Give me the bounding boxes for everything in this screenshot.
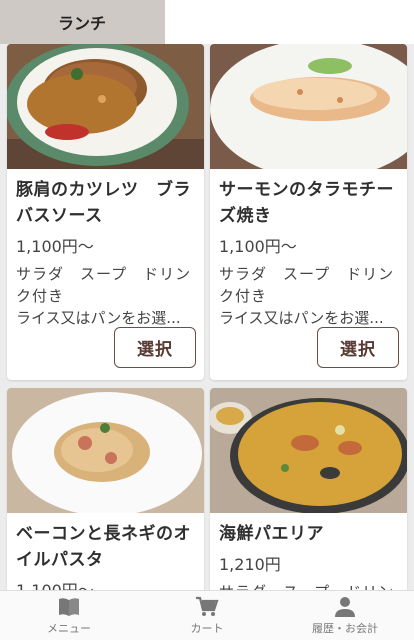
food-photo <box>7 388 204 513</box>
nav-menu[interactable]: メニュー <box>0 591 138 640</box>
nav-history-label: 履歴・お会計 <box>312 621 378 635</box>
select-button[interactable]: 選択 <box>114 327 196 368</box>
nav-menu-label: メニュー <box>47 621 91 635</box>
bottom-navigation: メニュー カート 履歴・お会計 <box>0 590 414 640</box>
person-icon <box>335 596 355 617</box>
menu-card-salmon[interactable]: サーモンのタラモチーズ焼き 1,100円〜 サラダ スープ ドリンク付き ライス… <box>210 44 407 380</box>
menu-card-paella[interactable]: 海鮮パエリア 1,210円 サラダ スープ ドリン <box>210 388 407 590</box>
food-photo <box>210 44 407 169</box>
menu-item-price: 1,210円 <box>219 555 281 574</box>
food-photo <box>7 44 204 169</box>
menu-item-price: 1,100円〜 <box>219 237 297 256</box>
menu-item-description: サラダ スープ ドリンク付き <box>16 265 192 305</box>
select-button[interactable]: 選択 <box>317 327 399 368</box>
menu-item-name: ベーコンと長ネギのオイルパスタ <box>16 524 191 570</box>
menu-grid: 豚肩のカツレツ ブラバスソース 1,100円〜 サラダ スープ ドリンク付き ラ… <box>0 44 414 590</box>
menu-item-price: 1,100円〜 <box>16 237 94 256</box>
menu-item-name: 海鮮パエリア <box>219 524 324 544</box>
nav-history[interactable]: 履歴・お会計 <box>276 591 414 640</box>
nav-cart[interactable]: カート <box>138 591 276 640</box>
menu-item-description-2: ライス又はパンをお選... <box>16 309 181 327</box>
book-icon <box>59 597 79 616</box>
menu-card-pork-cutlet[interactable]: 豚肩のカツレツ ブラバスソース 1,100円〜 サラダ スープ ドリンク付き ラ… <box>7 44 204 380</box>
tab-strip <box>165 0 414 44</box>
menu-item-description: サラダ スープ ドリンク付き <box>219 265 395 305</box>
menu-card-pasta[interactable]: ベーコンと長ネギのオイルパスタ 1,100円〜 <box>7 388 204 590</box>
menu-item-price: 1,100円〜 <box>16 579 196 590</box>
menu-item-description: サラダ スープ ドリン <box>219 581 399 590</box>
cart-icon <box>196 596 219 616</box>
tab-lunch[interactable]: ランチ <box>0 0 165 44</box>
menu-item-name: サーモンのタラモチーズ焼き <box>219 180 394 226</box>
menu-item-name: 豚肩のカツレツ ブラバスソース <box>16 180 191 226</box>
nav-cart-label: カート <box>190 621 224 635</box>
menu-item-description-2: ライス又はパンをお選... <box>219 309 384 327</box>
food-photo <box>210 388 407 513</box>
